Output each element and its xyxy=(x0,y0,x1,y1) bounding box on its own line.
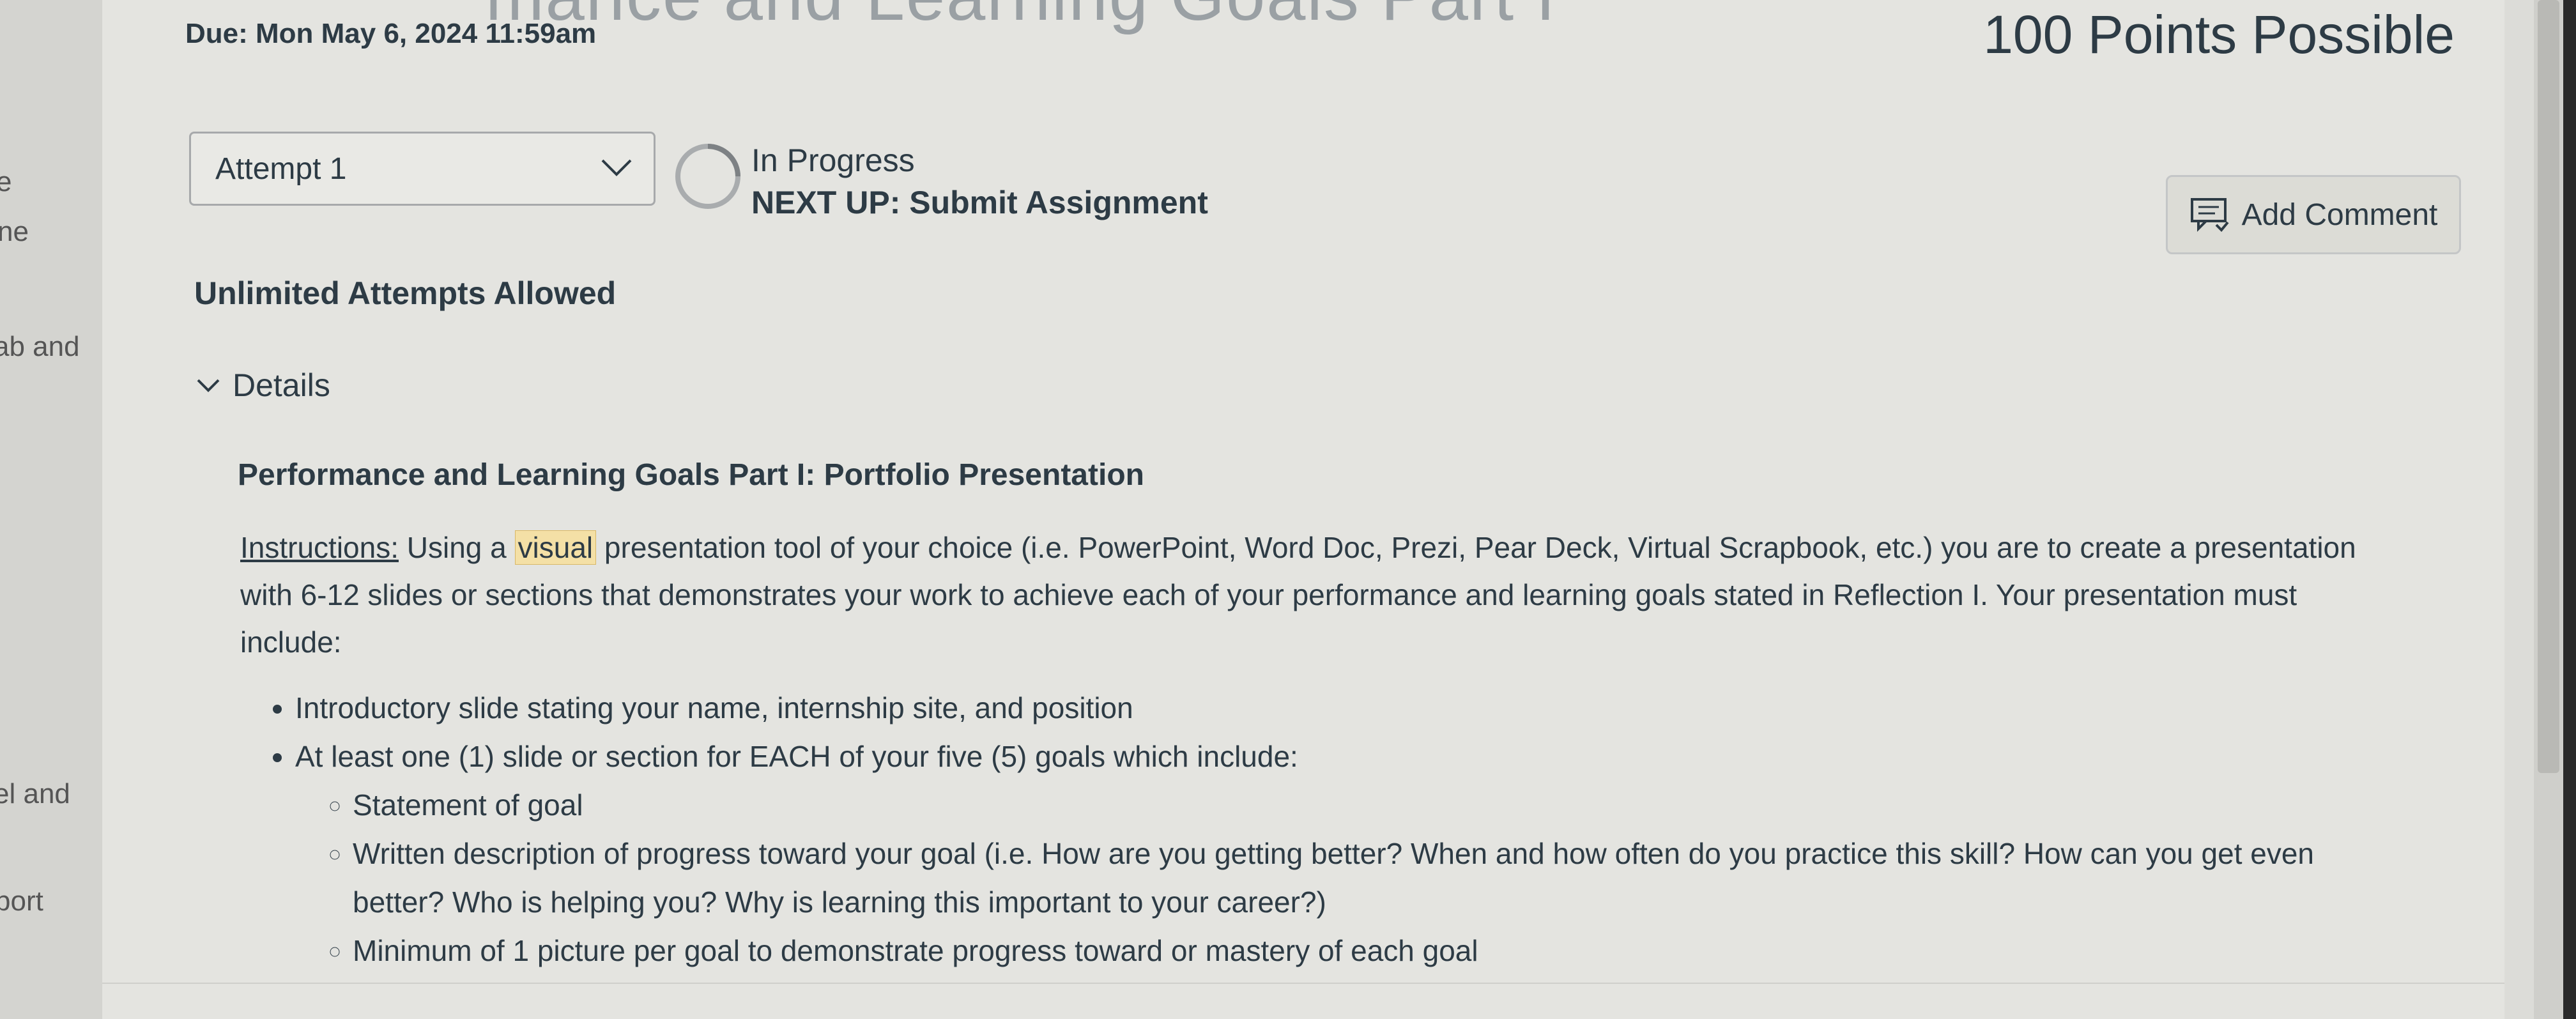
add-comment-button[interactable]: Add Comment xyxy=(2166,175,2461,254)
list-item: At least one (1) slide or section for EA… xyxy=(295,732,2377,975)
nav-item-3[interactable]: ab and xyxy=(0,331,80,363)
instructions-paragraph: Instructions: Using a visual presentatio… xyxy=(240,524,2387,666)
requirements-list: Introductory slide stating your name, in… xyxy=(268,684,2377,975)
sub-list-item: Minimum of 1 picture per goal to demonst… xyxy=(353,926,2377,975)
window-edge xyxy=(2563,0,2576,1019)
comment-icon xyxy=(2190,198,2229,232)
nav-item-1[interactable]: e xyxy=(0,166,12,198)
attempt-select[interactable]: Attempt 1 xyxy=(189,132,656,206)
details-toggle-label: Details xyxy=(233,367,330,403)
chevron-down-icon xyxy=(197,379,220,392)
course-navigation-sidebar: e ne ab and el and port xyxy=(0,0,103,1019)
add-comment-label: Add Comment xyxy=(2241,197,2438,232)
scrollbar-thumb[interactable] xyxy=(2538,0,2559,773)
sub-list-item: Written description of progress toward y… xyxy=(353,829,2377,926)
highlighted-word: visual xyxy=(514,530,597,565)
list-item-text: At least one (1) slide or section for EA… xyxy=(295,740,1298,773)
instructions-label: Instructions: xyxy=(240,531,399,564)
attempt-select-label: Attempt 1 xyxy=(215,152,347,186)
instructions-text-pre: Using a xyxy=(399,531,515,564)
next-up-step: NEXT UP: Submit Assignment xyxy=(751,185,1208,220)
divider xyxy=(102,983,2504,984)
progress-ring-icon xyxy=(675,144,740,209)
due-date: Due: Mon May 6, 2024 11:59am xyxy=(185,18,597,49)
attempt-status: In Progress xyxy=(751,142,915,178)
nav-item-5[interactable]: port xyxy=(0,885,43,917)
sub-list-item: Statement of goal xyxy=(353,781,2377,829)
assignment-title: mance and Learning Goals Part I xyxy=(486,0,1556,36)
details-toggle[interactable]: Details xyxy=(195,367,330,404)
chevron-down-icon xyxy=(601,159,632,176)
nav-item-4[interactable]: el and xyxy=(0,778,70,810)
attempts-allowed: Unlimited Attempts Allowed xyxy=(194,275,617,311)
points-possible: 100 Points Possible xyxy=(1983,4,2455,65)
scrollbar[interactable] xyxy=(2534,0,2563,1019)
list-item: Introductory slide stating your name, in… xyxy=(295,684,2377,732)
section-title: Performance and Learning Goals Part I: P… xyxy=(238,458,1144,492)
nav-item-2[interactable]: ne xyxy=(0,216,29,248)
